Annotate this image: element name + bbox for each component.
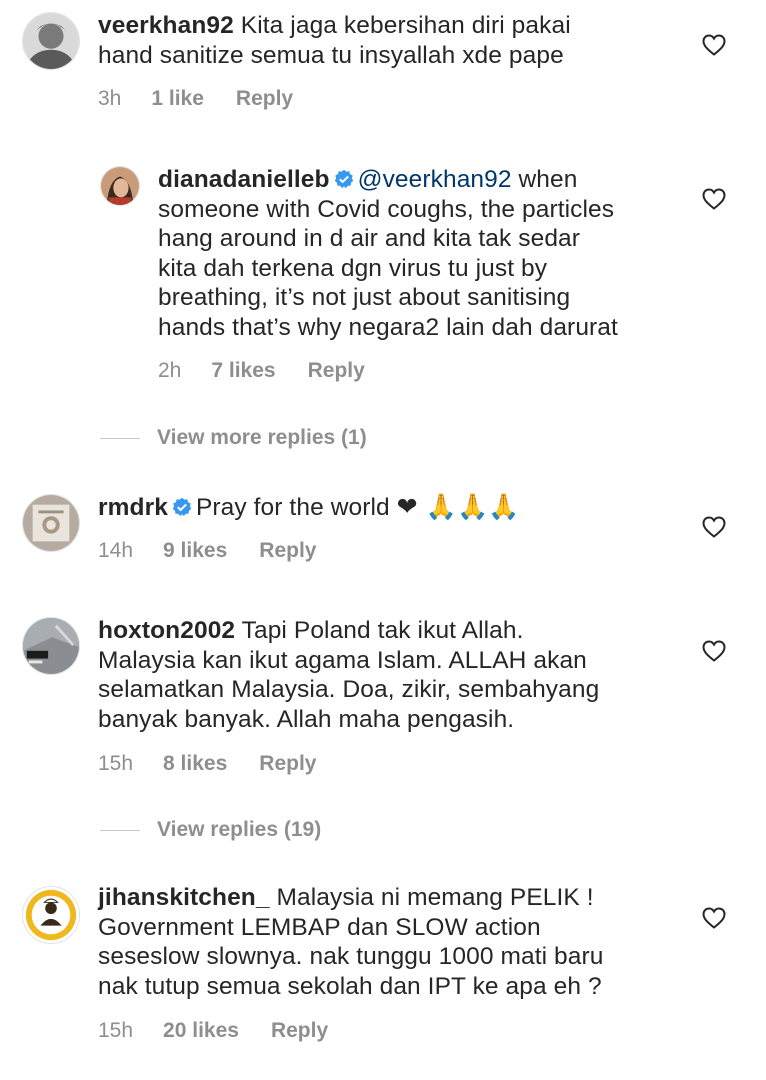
comment-meta: 14h 9 likes Reply [98,539,316,563]
likes-count[interactable]: 9 likes [163,539,227,563]
username[interactable]: dianadanielleb [158,166,330,193]
like-heart-icon[interactable] [702,516,726,538]
view-replies-button[interactable]: View replies (19) [100,818,420,842]
comment-body: breathing, it’s not just about sanitisin… [158,284,571,311]
reply-button[interactable]: Reply [259,752,316,776]
like-heart-icon[interactable] [702,188,726,210]
likes-count[interactable]: 7 likes [211,359,275,383]
view-more-replies-button[interactable]: View more replies (1) [100,426,420,450]
avatar-veerkhan92[interactable] [22,12,80,70]
avatar-rmdrk[interactable] [22,494,80,552]
comment-body: hands that’s why negara2 lain dah darura… [158,313,618,341]
comment-body: seseslow slownya. nak tunggu 1000 mati b… [98,943,604,970]
comment-meta: 15h 8 likes Reply [98,752,316,776]
comment-body: hand sanitize semua tu insyallah xde pap… [98,41,564,69]
comment-body: when [511,166,578,193]
verified-badge-icon [334,169,354,189]
comment-veerkhan92: veerkhan92 Kita jaga kebersihan diri pak… [0,0,766,130]
comment-body: Government LEMBAP dan SLOW action [98,913,541,941]
comment-hoxton2002: hoxton2002 Tapi Poland tak ikut Allah. M… [0,605,766,785]
username[interactable]: veerkhan92 [98,12,234,39]
reply-dianadanielleb: dianadanielleb @veerkhan92 when someone w… [0,150,766,400]
username[interactable]: hoxton2002 [98,617,235,644]
view-replies-label[interactable]: View replies (19) [157,818,321,842]
comment-body: Malaysia ni memang PELIK ! [269,884,594,911]
comment-body: Kita jaga kebersihan diri pakai [240,12,571,39]
timestamp: 3h [98,87,122,110]
comment-rmdrk: rmdrk Pray for the world ❤ 🙏🙏🙏 14h 9 likes… [0,480,766,580]
comment-meta: 2h 7 likes Reply [158,359,365,383]
comment-jihanskitchen: jihanskitchen_ Malaysia ni memang PELIK … [0,872,766,1062]
likes-count[interactable]: 8 likes [163,752,227,776]
comment-body: someone with Covid coughs, the particles [158,195,615,223]
comment-meta: 15h 20 likes Reply [98,1019,328,1043]
comment-text: veerkhan92 Kita jaga kebersihan diri pak… [98,11,571,70]
username[interactable]: jihanskitchen_ [98,884,270,911]
timestamp: 15h [98,1019,134,1042]
verified-badge-icon [172,497,192,517]
divider-line [100,830,140,831]
avatar-dianadanielleb[interactable] [100,166,140,206]
likes-count[interactable]: 20 likes [163,1019,239,1043]
timestamp: 14h [98,539,134,562]
comment-meta: 3h 1 like Reply [98,87,293,111]
comment-body: nak tutup semua sekolah dan IPT ke apa e… [98,972,602,1000]
like-heart-icon[interactable] [702,907,726,929]
timestamp: 2h [158,359,182,382]
comment-body: Pray for the world [195,494,390,521]
comment-body: selamatkan Malaysia. Doa, zikir, sembahy… [98,676,600,703]
avatar-hoxton2002[interactable] [22,617,80,675]
comment-body: hang around in d air and kita tak sedar [158,225,581,252]
emoji-group: ❤ 🙏🙏🙏 [396,492,520,521]
comment-text: dianadanielleb @veerkhan92 when someone w… [158,165,618,342]
likes-count[interactable]: 1 like [151,87,204,111]
reply-button[interactable]: Reply [259,539,316,563]
like-heart-icon[interactable] [702,640,726,662]
divider-line [100,438,140,439]
like-heart-icon[interactable] [702,34,726,56]
reply-button[interactable]: Reply [271,1019,328,1043]
comment-body: kita dah terkena dgn virus tu just by [158,254,548,282]
comment-body: banyak banyak. Allah maha pengasih. [98,705,515,733]
comment-body: Malaysia kan ikut agama Islam. ALLAH aka… [98,646,587,674]
comment-text: jihanskitchen_ Malaysia ni memang PELIK … [98,883,604,1001]
comment-text: rmdrk Pray for the world ❤ 🙏🙏🙏 [98,492,519,523]
mention-link[interactable]: @veerkhan92 [358,166,512,193]
comment-body: Tapi Poland tak ikut Allah. [235,617,524,644]
timestamp: 15h [98,752,134,775]
comment-text: hoxton2002 Tapi Poland tak ikut Allah. M… [98,616,599,734]
avatar-jihanskitchen[interactable] [22,886,80,944]
username[interactable]: rmdrk [98,494,168,521]
reply-button[interactable]: Reply [236,87,293,111]
reply-button[interactable]: Reply [308,359,365,383]
view-more-replies-label[interactable]: View more replies (1) [157,426,367,450]
